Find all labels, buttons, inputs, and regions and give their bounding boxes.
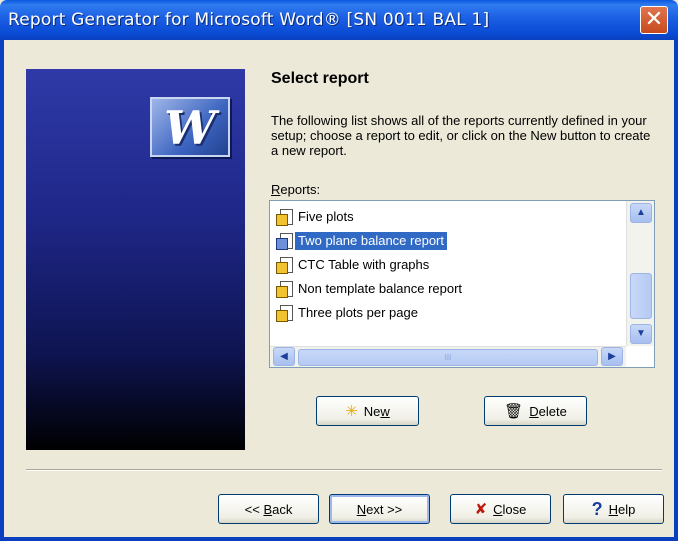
horizontal-scrollbar[interactable]: ◀ III ▶	[270, 346, 626, 367]
back-button[interactable]: << Back	[218, 494, 319, 524]
reports-list: Five plots Two plane balance report CTC …	[270, 201, 626, 346]
window-border-bottom	[0, 537, 678, 541]
word-logo-icon: W	[150, 97, 230, 157]
trash-icon: 🗑	[504, 402, 524, 420]
vertical-scroll-thumb[interactable]	[630, 273, 652, 319]
next-button-label: Next >>	[356, 501, 403, 517]
next-button[interactable]: Next >>	[329, 494, 430, 524]
page-description: The following list shows all of the repo…	[271, 113, 651, 158]
scroll-up-icon[interactable]: ▲	[630, 203, 652, 223]
help-question-icon: ?	[591, 499, 603, 519]
window-close-button[interactable]: ✕	[640, 6, 668, 34]
help-button[interactable]: ? Help	[563, 494, 664, 524]
window-title: Report Generator for Microsoft Word® [SN…	[8, 10, 490, 30]
new-button[interactable]: ✳ New	[316, 396, 419, 426]
list-item-label: CTC Table with graphs	[298, 257, 430, 272]
footer-separator	[26, 469, 662, 471]
list-item[interactable]: Five plots	[276, 207, 357, 227]
list-item-label: Three plots per page	[298, 305, 418, 320]
title-bar: Report Generator for Microsoft Word® [SN…	[0, 0, 678, 40]
report-doc-icon	[276, 257, 293, 274]
back-button-label: << Back	[244, 501, 293, 517]
scroll-down-icon[interactable]: ▼	[630, 324, 652, 344]
list-item-selected[interactable]: Two plane balance report	[276, 231, 447, 251]
report-doc-icon-blue	[276, 233, 293, 250]
word-logo-letter: W	[164, 101, 216, 155]
reports-label: Reports:	[271, 182, 320, 197]
new-button-label: New	[363, 403, 390, 419]
close-button[interactable]: ✘ Close	[450, 494, 551, 524]
reports-listbox[interactable]: Five plots Two plane balance report CTC …	[269, 200, 655, 368]
horizontal-scroll-thumb[interactable]: III	[298, 349, 598, 366]
page-title: Select report	[271, 70, 369, 87]
list-item-label: Non template balance report	[298, 281, 463, 296]
new-sparkle-icon: ✳	[345, 402, 358, 420]
list-item[interactable]: Three plots per page	[276, 303, 421, 323]
close-button-label: Close	[493, 501, 527, 517]
scroll-left-icon[interactable]: ◀	[273, 347, 295, 366]
list-item[interactable]: Non template balance report	[276, 279, 465, 299]
report-doc-icon	[276, 305, 293, 322]
help-button-label: Help	[608, 501, 636, 517]
close-x-icon: ✘	[474, 500, 488, 518]
window-border-left	[0, 40, 4, 541]
vertical-scrollbar[interactable]: ▲ ▼	[626, 201, 654, 346]
reports-label-text: eports:	[280, 182, 321, 197]
list-item-label: Five plots	[298, 209, 354, 224]
report-doc-icon	[276, 209, 293, 226]
reports-label-mnemonic: R	[271, 182, 281, 197]
list-item[interactable]: CTC Table with graphs	[276, 255, 432, 275]
report-doc-icon	[276, 281, 293, 298]
delete-button[interactable]: 🗑 Delete	[484, 396, 587, 426]
scroll-right-icon[interactable]: ▶	[601, 347, 623, 366]
list-item-label: Two plane balance report	[295, 232, 447, 250]
window-border-right	[674, 40, 678, 541]
delete-button-label: Delete	[529, 403, 567, 419]
